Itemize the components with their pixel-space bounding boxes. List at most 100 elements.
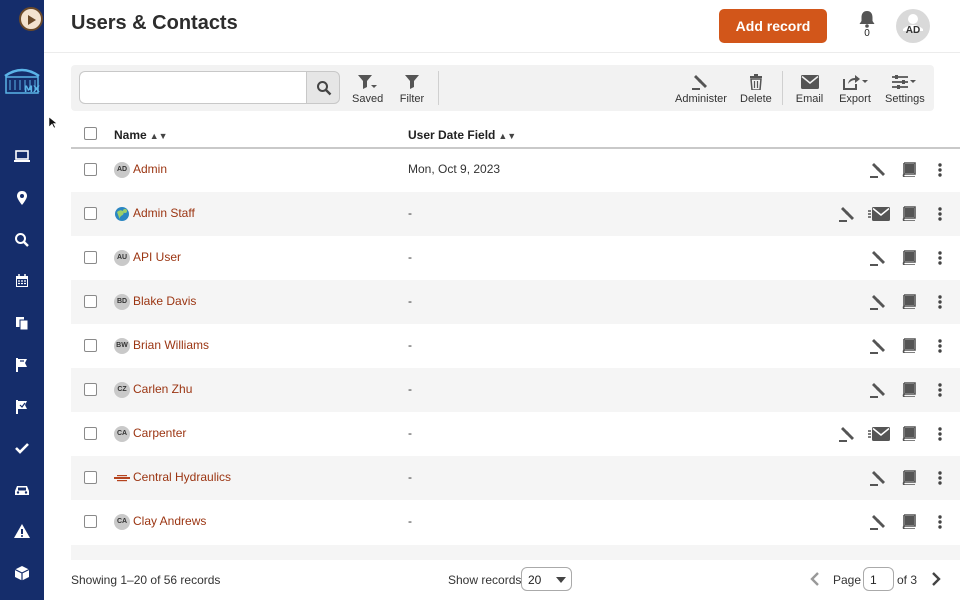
more-options-icon[interactable] [936, 249, 944, 267]
search-icon[interactable] [12, 230, 32, 250]
more-options-icon[interactable] [936, 381, 944, 399]
add-record-button[interactable]: Add record [719, 9, 827, 43]
contact-name-link[interactable]: Central Hydraulics [133, 470, 231, 484]
book-icon[interactable] [901, 425, 919, 443]
row-checkbox[interactable] [84, 295, 97, 308]
car-icon[interactable] [12, 480, 32, 500]
settings-button[interactable]: Settings [885, 73, 925, 105]
more-options-icon[interactable] [936, 205, 944, 223]
calendar-icon[interactable] [12, 271, 32, 291]
table-row[interactable]: Admin Staff - [71, 192, 960, 236]
table-row[interactable]: AD Admin Mon, Oct 9, 2023 [71, 148, 960, 192]
fmx-logo[interactable]: MX [2, 62, 42, 98]
checkmark-icon[interactable] [12, 438, 32, 458]
warning-icon[interactable] [12, 521, 32, 541]
search-icon [317, 81, 332, 96]
row-checkbox[interactable] [84, 427, 97, 440]
company-logo-icon [114, 470, 130, 486]
administer-button[interactable]: Administer [675, 73, 727, 105]
mouse-cursor [48, 116, 58, 134]
book-icon[interactable] [901, 161, 919, 179]
sort-icon: ▲▼ [498, 131, 517, 141]
administer-icon[interactable] [869, 469, 887, 487]
row-checkbox[interactable] [84, 515, 97, 528]
initials-avatar: AD [114, 162, 130, 178]
page-number-input[interactable]: 1 [863, 567, 894, 591]
administer-icon[interactable] [869, 513, 887, 531]
email-icon[interactable] [868, 207, 890, 225]
page-size-select[interactable]: 20 [521, 567, 572, 591]
book-icon[interactable] [901, 337, 919, 355]
table-row[interactable]: CA Clay Andrews - [71, 500, 960, 544]
filter-button[interactable]: Filter [399, 73, 425, 105]
table-row[interactable]: AU API User - [71, 236, 960, 280]
table-row[interactable]: Central Hydraulics - [71, 456, 960, 500]
table-row[interactable]: BD Blake Davis - [71, 280, 960, 324]
more-options-icon[interactable] [936, 469, 944, 487]
row-checkbox[interactable] [84, 163, 97, 176]
email-button[interactable]: Email [795, 73, 824, 105]
contact-name-link[interactable]: Carlen Zhu [133, 382, 192, 396]
next-page-button[interactable] [930, 572, 942, 591]
sliders-icon [892, 75, 916, 89]
notifications-button[interactable]: 0 [857, 10, 877, 40]
box-icon[interactable] [12, 563, 32, 583]
book-icon[interactable] [901, 381, 919, 399]
settings-label: Settings [885, 93, 925, 105]
administer-icon[interactable] [869, 249, 887, 267]
user-avatar[interactable]: AD [896, 9, 930, 43]
play-icon[interactable] [19, 7, 43, 31]
search-button[interactable] [306, 71, 340, 104]
email-icon[interactable] [868, 427, 890, 445]
row-checkbox[interactable] [84, 471, 97, 484]
book-icon[interactable] [901, 469, 919, 487]
search-input[interactable] [79, 71, 308, 104]
select-all-checkbox[interactable] [84, 127, 97, 140]
previous-page-button[interactable] [809, 572, 821, 591]
book-icon[interactable] [901, 513, 919, 531]
more-options-icon[interactable] [936, 161, 944, 179]
contact-name-link[interactable]: API User [133, 250, 181, 264]
book-icon[interactable] [901, 205, 919, 223]
contact-name-link[interactable]: Carpenter [133, 426, 186, 440]
delete-button[interactable]: Delete [740, 73, 772, 105]
row-checkbox[interactable] [84, 207, 97, 220]
table-row[interactable]: CA Carpenter - [71, 412, 960, 456]
administer-icon[interactable] [869, 337, 887, 355]
administer-icon[interactable] [838, 425, 856, 443]
administer-icon[interactable] [869, 293, 887, 311]
row-checkbox[interactable] [84, 339, 97, 352]
table-row[interactable]: BW Brian Williams - [71, 324, 960, 368]
table-row[interactable]: CZ Carlen Zhu - [71, 368, 960, 412]
more-options-icon[interactable] [936, 425, 944, 443]
saved-filters-button[interactable]: Saved [352, 73, 383, 105]
laptop-icon[interactable] [12, 146, 32, 166]
flag-icon[interactable] [12, 355, 32, 375]
more-options-icon[interactable] [936, 337, 944, 355]
administer-icon[interactable] [869, 161, 887, 179]
contact-name-link[interactable]: Blake Davis [133, 294, 196, 308]
contact-name-link[interactable]: Admin [133, 162, 167, 176]
more-options-icon[interactable] [936, 293, 944, 311]
contact-name-link[interactable]: Admin Staff [133, 206, 195, 220]
name-column-header[interactable]: Name ▲▼ [114, 128, 168, 142]
chevron-left-icon [810, 572, 819, 586]
more-options-icon[interactable] [936, 513, 944, 531]
contact-name-link[interactable]: Clay Andrews [133, 514, 206, 528]
copy-icon[interactable] [12, 313, 32, 333]
book-icon[interactable] [901, 249, 919, 267]
row-checkbox[interactable] [84, 251, 97, 264]
contact-name-link[interactable]: Brian Williams [133, 338, 209, 352]
flag-check-icon[interactable] [12, 397, 32, 417]
location-pin-icon[interactable] [12, 188, 32, 208]
date-column-header[interactable]: User Date Field ▲▼ [408, 128, 516, 142]
initials-avatar: CA [114, 426, 130, 442]
book-icon[interactable] [901, 293, 919, 311]
administer-icon[interactable] [838, 205, 856, 223]
export-button[interactable]: Export [839, 73, 871, 105]
initials-avatar: CZ [114, 382, 130, 398]
header-divider [44, 52, 960, 53]
administer-icon[interactable] [869, 381, 887, 399]
administer-label: Administer [675, 93, 727, 105]
row-checkbox[interactable] [84, 383, 97, 396]
